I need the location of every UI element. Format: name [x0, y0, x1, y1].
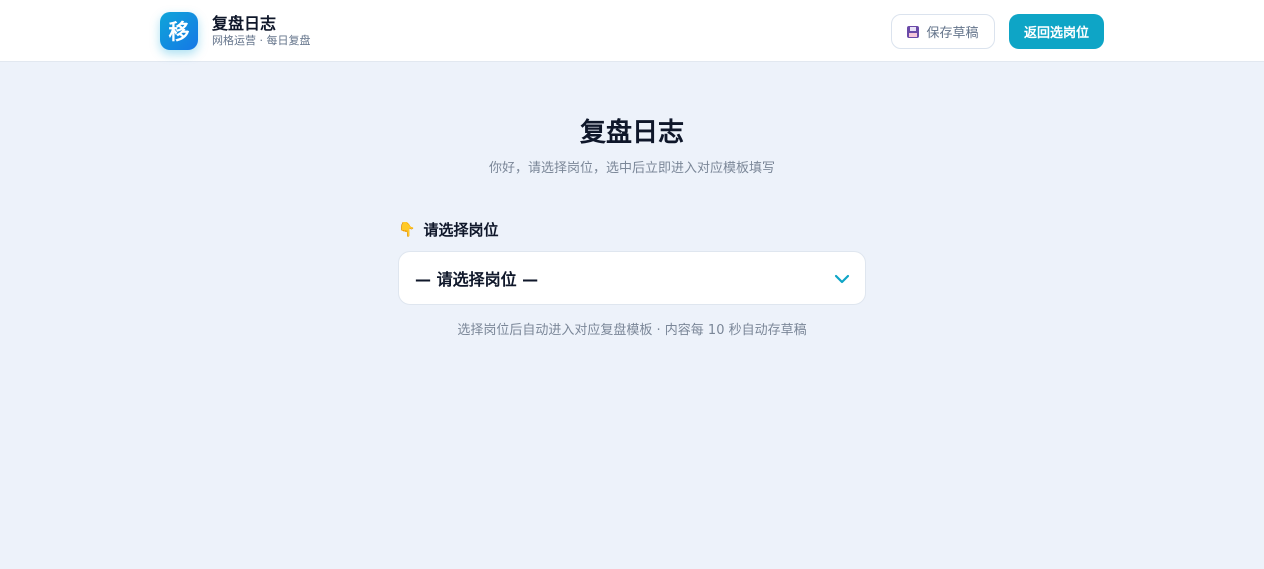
brand: 移 复盘日志 网格运营 · 每日复盘	[160, 12, 311, 50]
page-title: 复盘日志	[579, 118, 684, 148]
pointing-down-hand-icon: 👇	[398, 221, 416, 238]
app-subtitle: 网格运营 · 每日复盘	[212, 34, 311, 47]
app-logo: 移	[160, 12, 198, 50]
app-name: 复盘日志	[212, 14, 277, 33]
save-draft-label: 保存草稿	[926, 26, 979, 41]
role-select-value: — 请选择岗位 —	[415, 270, 539, 289]
role-field-label: 👇 请选择岗位	[398, 219, 498, 240]
back-to-role-button[interactable]: 返回选岗位	[1009, 14, 1104, 49]
role-select[interactable]: — 请选择岗位 —	[398, 251, 866, 305]
chevron-down-icon	[834, 274, 850, 284]
floppy-disk-icon	[907, 25, 920, 38]
page-subtitle: 你好，请选择岗位，选中后立即进入对应模板填写	[488, 161, 775, 176]
top-bar: 移 复盘日志 网格运营 · 每日复盘 保存草稿 返回选岗位	[0, 0, 1264, 62]
role-field-label-text: 请选择岗位	[423, 221, 499, 239]
autosave-hint: 选择岗位后自动进入对应复盘模板 · 内容每 10 秒自动存草稿	[457, 323, 807, 338]
save-draft-button[interactable]: 保存草稿	[891, 14, 995, 49]
brand-text: 复盘日志 网格运营 · 每日复盘	[212, 14, 311, 48]
